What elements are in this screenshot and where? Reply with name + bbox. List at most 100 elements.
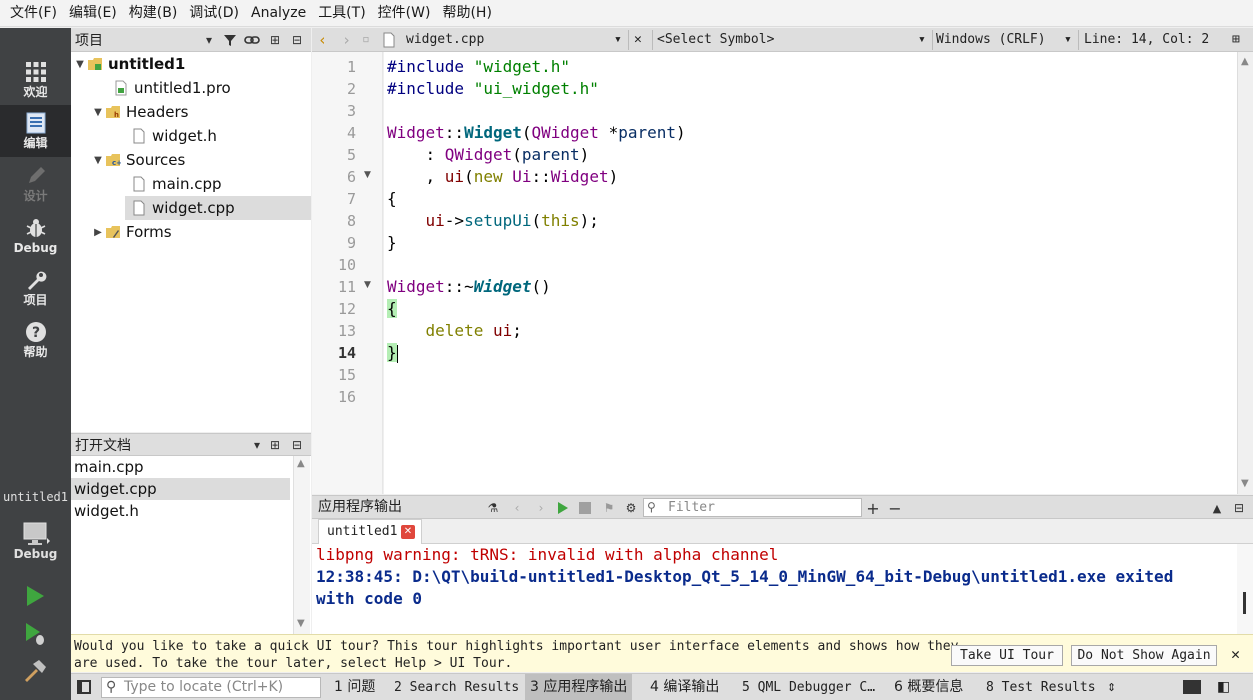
close-pane-icon[interactable]: ⊟ bbox=[1230, 496, 1248, 520]
output-tab-untitled1[interactable]: untitled1 ✕ bbox=[318, 519, 422, 544]
forward-icon[interactable]: › bbox=[532, 496, 550, 520]
close-pane-icon[interactable]: ⊟ bbox=[289, 434, 305, 456]
fold-marker-icon[interactable]: ▼ bbox=[364, 170, 371, 180]
run-button[interactable] bbox=[22, 583, 48, 609]
locator-input[interactable]: ⚲ Type to locate (Ctrl+K) bbox=[101, 677, 321, 698]
pane-qml-debugger[interactable]: 5 QML Debugger C… bbox=[737, 674, 880, 700]
mode-welcome[interactable]: 欢迎 bbox=[0, 54, 71, 106]
close-file-icon[interactable]: ✕ bbox=[634, 28, 642, 52]
forward-icon[interactable]: › bbox=[342, 28, 351, 52]
pane-compile-output[interactable]: 4 编译输出 bbox=[645, 674, 724, 700]
tree-item-forms[interactable]: ▶ Forms bbox=[71, 220, 311, 244]
mode-debug[interactable]: Debug bbox=[0, 210, 71, 262]
chevron-down-icon[interactable]: ▼ bbox=[91, 107, 105, 118]
tree-item-untitled1[interactable]: ▼ untitled1 bbox=[71, 52, 311, 76]
clean-output-icon[interactable]: ⚗ bbox=[484, 496, 502, 520]
output-scrollbar[interactable] bbox=[1237, 544, 1253, 634]
more-panes-icon[interactable]: ⇕ bbox=[1107, 674, 1116, 700]
project-icon bbox=[87, 56, 103, 72]
menu-build[interactable]: 构建(B) bbox=[123, 0, 184, 27]
menu-analyze[interactable]: Analyze bbox=[245, 0, 312, 27]
zoom-in-icon[interactable]: + bbox=[864, 496, 882, 520]
split-icon[interactable]: ⊞ bbox=[267, 28, 283, 52]
back-icon[interactable]: ‹ bbox=[318, 28, 327, 52]
close-pane-icon[interactable]: ⊟ bbox=[289, 28, 305, 52]
stop-icon[interactable] bbox=[576, 496, 594, 520]
output-text[interactable]: libpng warning: tRNS: invalid with alpha… bbox=[312, 544, 1237, 634]
info-bar-text-line1: Would you like to take a quick UI tour? … bbox=[74, 639, 959, 654]
open-doc-widget-cpp[interactable]: widget.cpp bbox=[71, 478, 290, 500]
settings-gear-icon[interactable]: ⚙ bbox=[622, 496, 640, 520]
tree-item-widget-cpp[interactable]: widget.cpp bbox=[125, 196, 311, 220]
split-icon[interactable]: ⊞ bbox=[1232, 28, 1240, 52]
pane-issues[interactable]: 1 问题 bbox=[329, 674, 380, 700]
open-doc-widget-h[interactable]: widget.h bbox=[71, 500, 290, 522]
menu-edit[interactable]: 编辑(E) bbox=[63, 0, 123, 27]
menu-help[interactable]: 帮助(H) bbox=[436, 0, 497, 27]
build-button[interactable] bbox=[22, 658, 48, 684]
open-doc-main-cpp[interactable]: main.cpp bbox=[71, 456, 290, 478]
output-filter-input[interactable]: ⚲ Filter bbox=[643, 498, 862, 517]
tree-item-untitled1-pro[interactable]: untitled1.pro bbox=[71, 76, 311, 100]
tree-item-sources[interactable]: ▼ c+ Sources bbox=[71, 148, 311, 172]
chevron-down-icon[interactable]: ▼ bbox=[91, 155, 105, 166]
mode-edit[interactable]: 编辑 bbox=[0, 105, 71, 157]
code-editor[interactable]: #include "widget.h" #include "ui_widget.… bbox=[384, 52, 1237, 494]
chevron-down-icon[interactable]: ▼ bbox=[73, 59, 87, 70]
chevron-down-icon[interactable]: ▾ bbox=[918, 28, 926, 52]
pane-test-results[interactable]: 8 Test Results bbox=[981, 674, 1101, 700]
toggle-sidebar-icon[interactable] bbox=[77, 680, 91, 694]
scroll-up-icon[interactable]: ▲ bbox=[297, 458, 305, 469]
pane-search-results[interactable]: 2 Search Results bbox=[389, 674, 524, 700]
code-line: delete ui; bbox=[425, 321, 522, 340]
rerun-icon[interactable] bbox=[554, 496, 572, 520]
close-tab-icon[interactable]: ✕ bbox=[401, 525, 415, 539]
line-ending-selector[interactable]: Windows (CRLF) bbox=[936, 28, 1046, 52]
symbol-selector[interactable]: <Select Symbol> bbox=[657, 28, 774, 52]
cursor-position[interactable]: Line: 14, Col: 2 bbox=[1084, 28, 1209, 52]
split-icon[interactable]: ⊞ bbox=[267, 434, 283, 456]
take-ui-tour-button[interactable]: Take UI Tour bbox=[951, 645, 1063, 666]
tree-item-headers[interactable]: ▼ h Headers bbox=[71, 100, 311, 124]
toggle-right-sidebar-icon[interactable]: ◧ bbox=[1217, 674, 1230, 700]
menu-widgets[interactable]: 控件(W) bbox=[372, 0, 437, 27]
chevron-down-icon[interactable]: ▾ bbox=[1064, 28, 1072, 52]
fold-marker-icon[interactable]: ▼ bbox=[364, 280, 371, 290]
pane-general-messages[interactable]: 6 概要信息 bbox=[889, 674, 968, 700]
attach-debugger-icon[interactable]: ⚑ bbox=[600, 496, 618, 520]
chevron-right-icon[interactable]: ▶ bbox=[91, 227, 105, 238]
editor-scrollbar[interactable]: ▲ ▼ bbox=[1237, 52, 1253, 494]
current-file-name[interactable]: widget.cpp bbox=[406, 28, 484, 52]
scroll-down-icon[interactable]: ▼ bbox=[1241, 478, 1249, 489]
tree-item-main-cpp[interactable]: main.cpp bbox=[71, 172, 311, 196]
debug-run-button[interactable] bbox=[22, 621, 48, 647]
tree-item-widget-h[interactable]: widget.h bbox=[71, 124, 311, 148]
mode-help[interactable]: ? 帮助 bbox=[0, 314, 71, 366]
kit-selector[interactable]: Debug bbox=[0, 506, 71, 576]
chevron-down-icon[interactable]: ▾ bbox=[614, 28, 622, 52]
source-folder-icon: c+ bbox=[105, 152, 122, 168]
output-tab-label: untitled1 bbox=[327, 524, 398, 539]
filter-icon[interactable] bbox=[221, 28, 239, 52]
back-icon[interactable]: ‹ bbox=[508, 496, 526, 520]
scroll-up-icon[interactable]: ▲ bbox=[1241, 56, 1249, 67]
mode-design[interactable]: 设计 bbox=[0, 158, 71, 210]
locator-placeholder: Type to locate (Ctrl+K) bbox=[124, 679, 284, 695]
scroll-down-icon[interactable]: ▼ bbox=[297, 618, 305, 629]
menu-file[interactable]: 文件(F) bbox=[4, 0, 63, 27]
zoom-out-icon[interactable]: − bbox=[886, 496, 904, 520]
menu-debug[interactable]: 调试(D) bbox=[183, 0, 245, 27]
line-number: 10 bbox=[337, 256, 356, 274]
do-not-show-again-button[interactable]: Do Not Show Again bbox=[1071, 645, 1217, 666]
open-docs-scrollbar[interactable]: ▲ ▼ bbox=[293, 456, 310, 634]
view-dropdown-icon[interactable]: ▾ bbox=[201, 28, 217, 52]
menu-tools[interactable]: 工具(T) bbox=[312, 0, 371, 27]
close-icon[interactable]: ✕ bbox=[1231, 645, 1240, 663]
view-dropdown-icon[interactable]: ▾ bbox=[249, 434, 265, 456]
progress-details-icon[interactable] bbox=[1183, 680, 1201, 694]
maximize-pane-icon[interactable]: ▲ bbox=[1208, 496, 1226, 520]
link-icon[interactable] bbox=[243, 28, 261, 52]
scroll-thumb[interactable] bbox=[1243, 592, 1246, 614]
mode-projects[interactable]: 项目 bbox=[0, 262, 71, 314]
pane-application-output[interactable]: 3 应用程序输出 bbox=[525, 674, 633, 700]
